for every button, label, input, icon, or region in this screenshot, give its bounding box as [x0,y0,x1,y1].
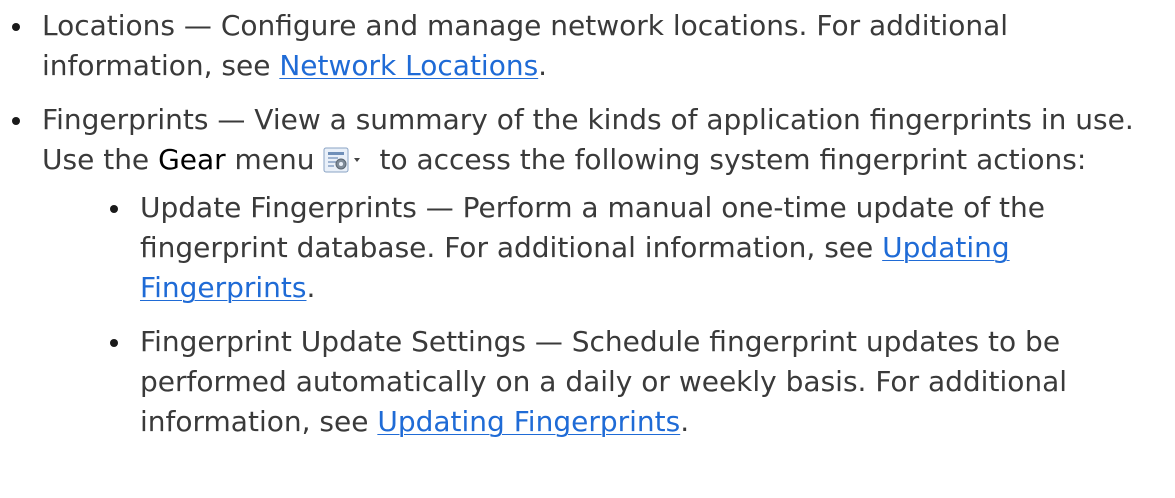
gear-label: Gear [158,143,226,176]
bullet-dot [110,205,118,213]
list-item-fingerprint-update-settings: Fingerprint Update Settings — Schedule f… [98,322,1161,442]
gear-menu-icon-graphic [323,147,360,173]
list-item-update-fingerprints: Update Fingerprints — Perform a manual o… [98,188,1161,308]
list-item-locations: Locations — Configure and manage network… [0,6,1161,86]
gear-menu-icon[interactable] [321,146,365,174]
document-body: Locations — Configure and manage network… [0,6,1175,442]
fingerprints-mid: menu [225,143,315,176]
sub-bullet-list: Update Fingerprints — Perform a manual o… [42,188,1161,442]
bullet-dot [12,23,20,31]
bullet-dot [12,117,20,125]
updating-fingerprints-link-2[interactable]: Updating Fingerprints [377,405,680,438]
bullet-list: Locations — Configure and manage network… [0,6,1161,442]
bullet-dot [110,339,118,347]
update-fingerprints-tail: . [306,271,316,304]
locations-tail: . [538,49,548,82]
network-locations-link[interactable]: Network Locations [279,49,538,82]
fingerprint-update-settings-tail: . [680,405,690,438]
list-item-fingerprints: Fingerprints — View a summary of the kin… [0,100,1161,442]
fingerprints-tail: to access the following system fingerpri… [370,143,1087,176]
